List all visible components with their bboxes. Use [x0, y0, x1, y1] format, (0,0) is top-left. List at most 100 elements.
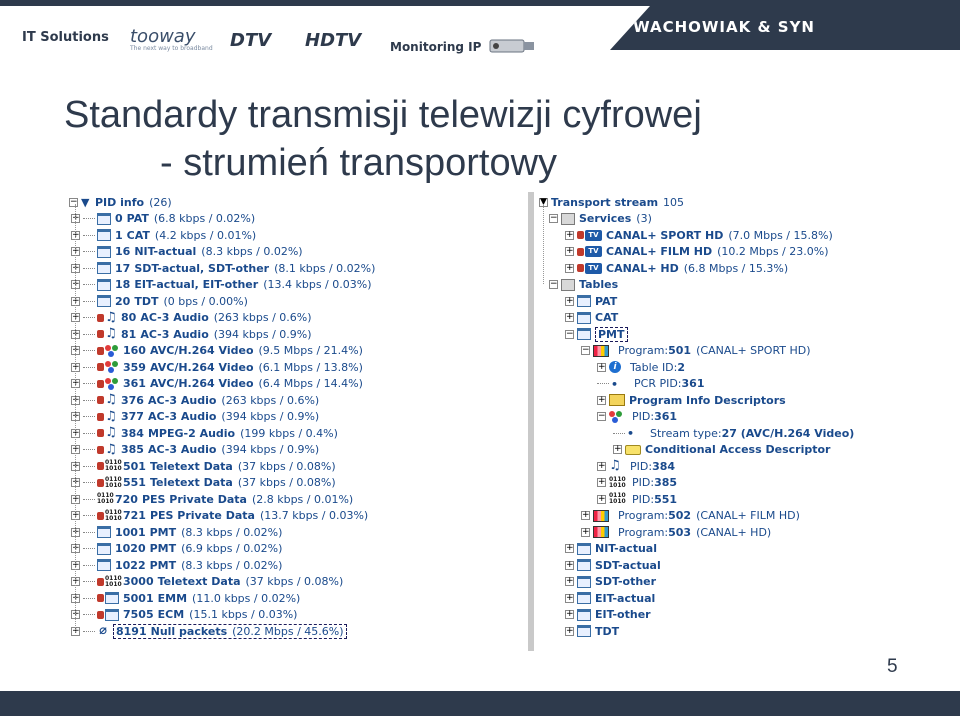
expand-icon[interactable]: +	[565, 296, 574, 306]
pid-row[interactable]: +359 AVC/H.264 Video (6.1 Mbps / 13.8%)	[71, 359, 363, 375]
pid-row[interactable]: + ♫ 81 AC-3 Audio (394 kbps / 0.9%)	[71, 326, 312, 342]
program-row[interactable]: − Program: 501 (CANAL+ SPORT HD)	[581, 343, 811, 359]
pid-row[interactable]: + ♫ 385 AC-3 Audio (394 kbps / 0.9%)	[71, 442, 319, 458]
expand-icon[interactable]: +	[565, 247, 574, 256]
expand-icon[interactable]: +	[565, 313, 574, 322]
expand-icon[interactable]: +	[565, 593, 574, 603]
program-info-label: Program Info Descriptors	[629, 393, 786, 407]
pid-audio-row[interactable]: +0110 1010 PID: 385	[597, 475, 677, 491]
audio-note-icon: ♫	[105, 408, 117, 424]
pid-row[interactable]: +361 AVC/H.264 Video (6.4 Mbps / 14.4%)	[71, 376, 363, 392]
service-row[interactable]: + TV CANAL+ SPORT HD (7.0 Mbps / 15.8%)	[565, 227, 833, 243]
cad-row[interactable]: + Conditional Access Descriptor	[613, 442, 830, 458]
expand-icon[interactable]: +	[565, 544, 574, 553]
pid-row[interactable]: +5001 EMM (11.0 kbps / 0.02%)	[71, 590, 300, 606]
pid-row[interactable]: +0110 1010 720 PES Private Data (2.8 kbps / …	[71, 491, 353, 507]
pid-row[interactable]: + ♫ 377 AC-3 Audio (394 kbps / 0.9%)	[71, 409, 319, 425]
expand-icon[interactable]: +	[613, 445, 622, 454]
pid-row[interactable]: +1 CAT (4.2 kbps / 0.01%)	[71, 227, 256, 243]
pid-row[interactable]: +0110 1010 3000 Teletext Data (37 kbps / 0.0…	[71, 574, 343, 590]
expand-icon[interactable]: +	[597, 494, 606, 504]
pid-info-root[interactable]: − ▼ PID info (26)	[69, 194, 172, 210]
pid-row[interactable]: + ♫ 384 MPEG-2 Audio (199 kbps / 0.4%)	[71, 425, 338, 441]
expand-icon[interactable]: +	[565, 577, 574, 586]
table-id-row[interactable]: + i Table ID: 2	[597, 359, 685, 375]
lock-icon	[97, 330, 104, 338]
table-row[interactable]: + EIT-actual	[565, 590, 655, 606]
pid-row[interactable]: +160 AVC/H.264 Video (9.5 Mbps / 21.4%)	[71, 343, 363, 359]
pid-row[interactable]: +18 EIT-actual, EIT-other (13.4 kbps / 0.0…	[71, 277, 371, 293]
program-info-row[interactable]: + Program Info Descriptors	[597, 392, 786, 408]
pid-row[interactable]: +0110 1010 501 Teletext Data (37 kbps / 0.08…	[71, 458, 336, 474]
ts-root[interactable]: ▼ Transport stream 105	[539, 194, 684, 210]
pid-row[interactable]: + ♫ 80 AC-3 Audio (263 kbps / 0.6%)	[71, 310, 312, 326]
expand-icon[interactable]: +	[565, 626, 574, 636]
services-icon	[561, 212, 575, 225]
pcr-pid-row[interactable]: • PCR PID: 361	[597, 376, 704, 392]
lock-icon	[577, 247, 584, 256]
pid-row[interactable]: +7505 ECM (15.1 kbps / 0.03%)	[71, 607, 297, 623]
collapse-icon[interactable]: −	[69, 197, 78, 207]
pid-row[interactable]: + ⌀ 8191 Null packets (20.2 Mbps / 45.6%)	[71, 623, 347, 639]
collapse-icon[interactable]: −	[565, 329, 574, 339]
table-name: SDT-actual	[595, 558, 661, 572]
expand-icon[interactable]: +	[565, 263, 574, 273]
collapse-icon[interactable]: −	[581, 346, 590, 355]
expand-icon[interactable]: +	[581, 527, 590, 537]
pid-label: PID:	[630, 459, 653, 473]
pid-row[interactable]: +17 SDT-actual, SDT-other (8.1 kbps / 0.02…	[71, 260, 375, 276]
lock-icon	[97, 594, 104, 602]
binary-data-icon: 0110 1010	[609, 475, 626, 489]
audio-note-icon: ♫	[105, 326, 117, 341]
pid-rate: (37 kbps / 0.08%)	[237, 476, 336, 489]
tree-connector	[83, 366, 95, 368]
table-row[interactable]: + SDT-actual	[565, 557, 661, 573]
pid-entry: 385 AC-3 Audio (394 kbps / 0.9%)	[121, 443, 319, 456]
pid-number: 160	[123, 344, 146, 357]
table-row[interactable]: + TDT	[565, 623, 619, 639]
program-row[interactable]: + Program: 503 (CANAL+ HD)	[581, 524, 771, 540]
pid-row[interactable]: +1020 PMT (6.9 kbps / 0.02%)	[71, 541, 282, 557]
expand-icon[interactable]: +	[565, 610, 574, 619]
collapse-icon[interactable]: −	[549, 280, 558, 289]
table-row[interactable]: − PMT	[565, 326, 628, 342]
table-row[interactable]: + CAT	[565, 310, 618, 326]
collapse-icon[interactable]: −	[549, 214, 558, 223]
pid-row[interactable]: +16 NIT-actual (8.3 kbps / 0.02%)	[71, 244, 303, 260]
tables-label: Tables	[579, 278, 619, 291]
expand-icon[interactable]: +	[597, 478, 606, 487]
tables-node[interactable]: − Tables	[549, 277, 618, 293]
pid-number: 384	[121, 426, 144, 440]
expand-icon[interactable]: +	[597, 395, 606, 405]
table-row[interactable]: + SDT-other	[565, 574, 656, 590]
expand-icon[interactable]: +	[565, 560, 574, 570]
pid-teletext-row[interactable]: +0110 1010 PID: 551	[597, 491, 677, 507]
expand-icon[interactable]: +	[565, 230, 574, 240]
program-row[interactable]: + Program: 502 (CANAL+ FILM HD)	[581, 508, 800, 524]
services-node[interactable]: − Services (3)	[549, 211, 652, 227]
pid-video-row[interactable]: − PID: 361	[597, 409, 677, 425]
table-doc-icon	[97, 542, 111, 555]
table-row[interactable]: + PAT	[565, 293, 617, 309]
pid-row[interactable]: +20 TDT (0 bps / 0.00%)	[71, 293, 248, 309]
table-doc-icon	[577, 592, 591, 604]
expand-icon[interactable]: +	[597, 362, 606, 372]
pid-row[interactable]: +1022 PMT (8.3 kbps / 0.02%)	[71, 557, 282, 573]
pid-row[interactable]: +0110 1010 721 PES Private Data (13.7 kbps /…	[71, 508, 368, 524]
expand-icon[interactable]: +	[581, 511, 590, 520]
stream-type-row[interactable]: • Stream type: 27 (AVC/H.264 Video)	[613, 425, 854, 441]
pid-row[interactable]: +0 PAT (6.8 kbps / 0.02%)	[71, 211, 255, 227]
cad-label: Conditional Access Descriptor	[645, 443, 831, 456]
pid-audio-row[interactable]: + ♫ PID: 384	[597, 458, 675, 474]
expand-icon[interactable]: +	[597, 461, 606, 471]
pid-row[interactable]: +0110 1010 551 Teletext Data (37 kbps / 0.08…	[71, 475, 336, 491]
service-row[interactable]: + TV CANAL+ FILM HD (10.2 Mbps / 23.0%)	[565, 244, 829, 260]
table-row[interactable]: + NIT-actual	[565, 541, 657, 557]
table-row[interactable]: + EIT-other	[565, 607, 651, 623]
service-row[interactable]: + TV CANAL+ HD (6.8 Mbps / 15.3%)	[565, 260, 788, 276]
pid-row[interactable]: + ♫ 376 AC-3 Audio (263 kbps / 0.6%)	[71, 392, 319, 408]
panel-divider[interactable]	[528, 192, 534, 651]
pid-rate: (13.7 kbps / 0.03%)	[259, 509, 369, 522]
pid-row[interactable]: +1001 PMT (8.3 kbps / 0.02%)	[71, 524, 282, 540]
collapse-icon[interactable]: −	[597, 412, 606, 421]
